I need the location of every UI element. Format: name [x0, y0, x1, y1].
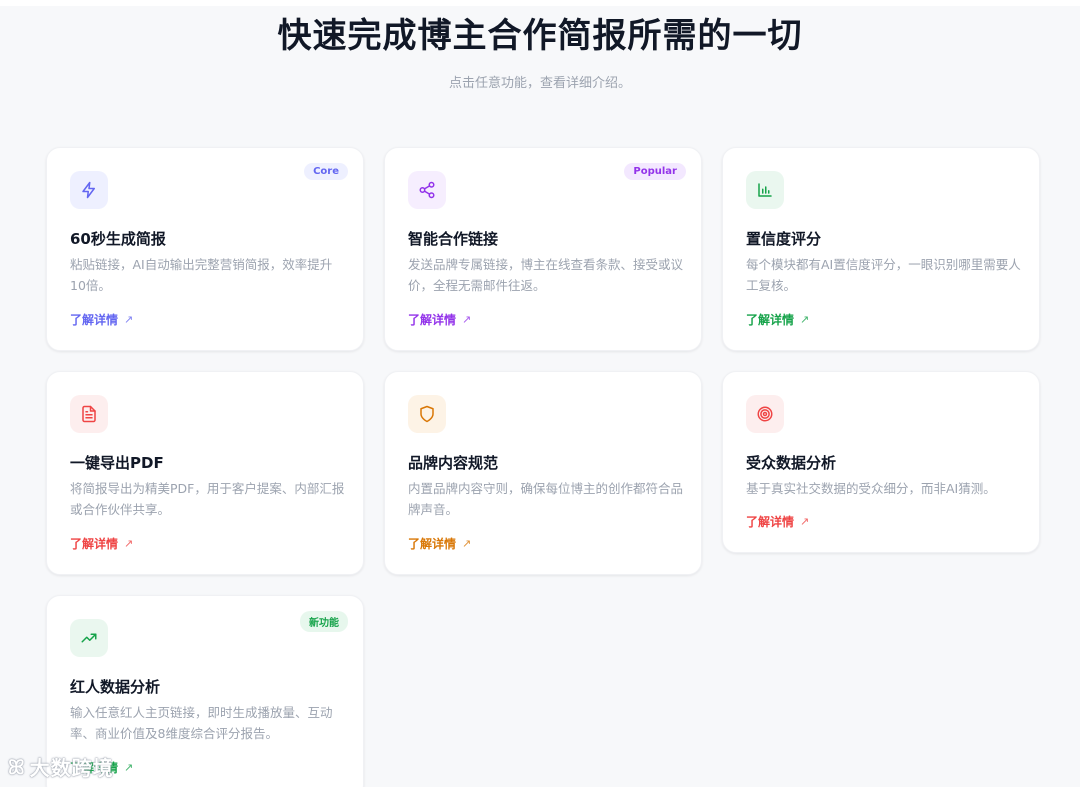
- watermark: ꕤ 大数跨境: [8, 752, 114, 781]
- learn-more-link[interactable]: 了解详情 ↗: [408, 535, 471, 552]
- feature-description: 粘贴链接，AI自动输出完整营销简报，效率提升10倍。: [70, 257, 333, 293]
- learn-more-label: 了解详情: [70, 313, 119, 327]
- learn-more-link[interactable]: 了解详情 ↗: [746, 513, 809, 530]
- feature-description: 将简报导出为精美PDF，用于客户提案、内部汇报或合作伙伴共享。: [70, 481, 345, 517]
- learn-more-label: 了解详情: [408, 537, 457, 551]
- learn-more-link[interactable]: 了解详情 ↗: [746, 311, 809, 328]
- feature-title: 一键导出PDF: [70, 454, 164, 472]
- feature-description: 每个模块都有AI置信度评分，一眼识别哪里需要人工复核。: [746, 257, 1021, 293]
- badge-popular: Popular: [624, 163, 686, 180]
- feature-title: 红人数据分析: [70, 678, 161, 696]
- badge-core: Core: [304, 163, 348, 180]
- lightning-icon: [70, 171, 108, 209]
- share-icon: [408, 171, 446, 209]
- learn-more-label: 了解详情: [408, 313, 457, 327]
- external-link-icon: ↗: [462, 537, 472, 550]
- external-link-icon: ↗: [462, 313, 472, 326]
- watermark-text: 大数跨境: [29, 756, 114, 780]
- feature-title: 受众数据分析: [746, 454, 837, 472]
- feature-description: 内置品牌内容守则，确保每位博主的创作都符合品牌声音。: [408, 481, 684, 517]
- feature-description: 基于真实社交数据的受众细分，而非AI猜测。: [746, 481, 996, 496]
- feature-card-brand-guidelines[interactable]: 品牌内容规范 内置品牌内容守则，确保每位博主的创作都符合品牌声音。 了解详情 ↗: [384, 371, 702, 575]
- target-icon: [746, 395, 784, 433]
- shield-icon: [408, 395, 446, 433]
- trending-up-icon: [70, 619, 108, 657]
- watermark-logo-icon: ꕤ: [8, 754, 26, 779]
- feature-card-brief[interactable]: Core 60秒生成简报 粘贴链接，AI自动输出完整营销简报，效率提升10倍。 …: [46, 147, 364, 351]
- feature-description: 发送品牌专属链接，博主在线查看条款、接受或议价，全程无需邮件往返。: [408, 257, 684, 293]
- badge-new-feature: 新功能: [300, 611, 348, 632]
- document-icon: [70, 395, 108, 433]
- feature-card-smart-link[interactable]: Popular 智能合作链接 发送品牌专属链接，博主在线查看条款、接受或议价，全…: [384, 147, 702, 351]
- top-strip: [0, 0, 1080, 6]
- learn-more-link[interactable]: 了解详情 ↗: [70, 311, 133, 328]
- feature-title: 品牌内容规范: [408, 454, 499, 472]
- learn-more-label: 了解详情: [746, 515, 795, 529]
- feature-title: 60秒生成简报: [70, 230, 166, 248]
- learn-more-label: 了解详情: [746, 313, 795, 327]
- learn-more-label: 了解详情: [70, 537, 119, 551]
- learn-more-link[interactable]: 了解详情 ↗: [408, 311, 471, 328]
- feature-title: 置信度评分: [746, 230, 822, 248]
- feature-card-confidence[interactable]: 置信度评分 每个模块都有AI置信度评分，一眼识别哪里需要人工复核。 了解详情 ↗: [722, 147, 1040, 351]
- external-link-icon: ↗: [124, 537, 134, 550]
- page-title: 快速完成博主合作简报所需的一切: [277, 16, 803, 56]
- feature-title: 智能合作链接: [408, 230, 499, 248]
- external-link-icon: ↗: [800, 515, 810, 528]
- external-link-icon: ↗: [800, 313, 810, 326]
- feature-card-audience[interactable]: 受众数据分析 基于真实社交数据的受众细分，而非AI猜测。 了解详情 ↗: [722, 371, 1040, 553]
- external-link-icon: ↗: [124, 313, 134, 326]
- learn-more-link[interactable]: 了解详情 ↗: [70, 535, 133, 552]
- feature-card-pdf[interactable]: 一键导出PDF 将简报导出为精美PDF，用于客户提案、内部汇报或合作伙伴共享。 …: [46, 371, 364, 575]
- external-link-icon: ↗: [124, 761, 134, 774]
- bar-chart-icon: [746, 171, 784, 209]
- features-page: 快速完成博主合作简报所需的一切 点击任意功能，查看详细介绍。 Core 60秒生…: [0, 0, 1080, 787]
- page-subtitle: 点击任意功能，查看详细介绍。: [448, 76, 631, 91]
- feature-description: 输入任意红人主页链接，即时生成播放量、互动率、商业价值及8维度综合评分报告。: [70, 705, 333, 741]
